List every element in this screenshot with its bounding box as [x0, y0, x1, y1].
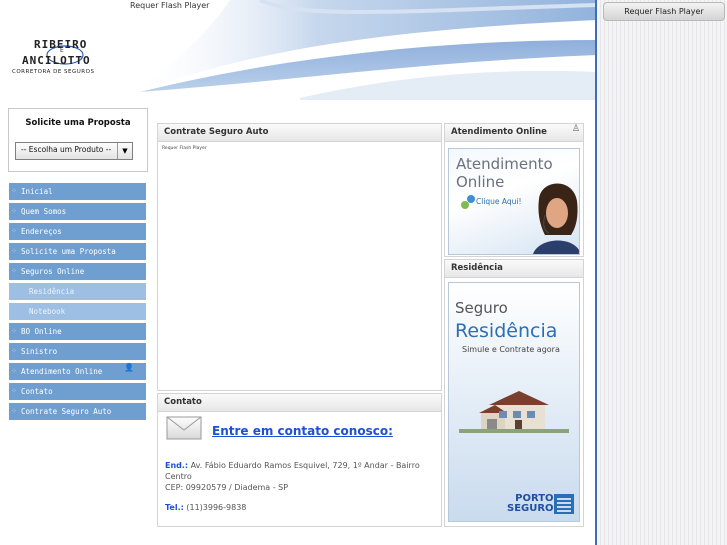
menu-item-label: Atendimento Online: [21, 367, 103, 376]
menu-item-label: Solicite uma Proposta: [21, 247, 116, 256]
house-icon: [459, 391, 569, 433]
address-cep: CEP: 09920579 / Diadema - SP: [165, 483, 289, 492]
menu-bullet-icon: ⁘: [11, 347, 17, 355]
menu-item-label: Residência: [29, 287, 75, 296]
residencia-line3: Simule e Contrate agora: [462, 345, 560, 354]
menu-bullet-icon: ⁘: [11, 367, 17, 375]
clique-aqui-link[interactable]: Clique Aqui!: [476, 197, 522, 206]
envelope-icon: [166, 416, 202, 440]
contact-link[interactable]: Entre em contato conosco:: [212, 424, 393, 438]
panel-contato: Contato Entre em contato conosco: End.: …: [157, 393, 442, 527]
menu-bullet-icon: ⁘: [11, 387, 17, 395]
right-gutter: [597, 0, 727, 545]
menu-item-sinistro[interactable]: ⁘ Sinistro: [9, 343, 146, 360]
proposal-box: Solicite uma Proposta -- Escolha um Prod…: [8, 108, 148, 172]
menu-item-label: Notebook: [29, 307, 66, 316]
panel-atendimento: Atendimento Online ♙ Atendimento Online …: [444, 123, 584, 257]
atendimento-line1: Atendimento: [456, 155, 553, 173]
menu-item-label: BO Online: [21, 327, 62, 336]
menu-item-atendimento[interactable]: ⁘ Atendimento Online 👤: [9, 363, 146, 380]
chevron-down-icon[interactable]: ▼: [117, 143, 132, 159]
residencia-line1: Seguro: [455, 299, 508, 317]
atendimento-line2: Online: [456, 173, 505, 191]
menu-item-label: Endereços: [21, 227, 62, 236]
menu-item-label: Inicial: [21, 187, 53, 196]
user-icon: ♙: [571, 124, 580, 134]
menu-item-label: Quem Somos: [21, 207, 67, 216]
address-label: End.:: [165, 461, 189, 470]
menu-item-contato[interactable]: ⁘ Contato: [9, 383, 146, 400]
menu-bullet-icon: ⁘: [11, 407, 17, 415]
product-select-value: -- Escolha um Produto --: [21, 145, 112, 154]
panel-title: Atendimento Online: [445, 124, 583, 142]
menu-bullet-icon: ⁘: [11, 247, 17, 255]
page: Requer Flash Player RIBEIRO E ANCILOTTO …: [0, 0, 597, 545]
menu-item-seguros-online[interactable]: ⁘ Seguros Online: [9, 263, 146, 280]
menu-item-bo-online[interactable]: ⁘ BO Online: [9, 323, 146, 340]
panel-title: Residência: [445, 260, 583, 278]
panel-seguro-auto: Contrate Seguro Auto Requer Flash Player: [157, 123, 442, 391]
menu-item-inicial[interactable]: ⁘ Inicial: [9, 183, 146, 200]
porto-seguro-mark-icon: [554, 494, 574, 514]
flash-placeholder-text: Requer Flash Player: [162, 146, 207, 151]
menu-item-label: Contato: [21, 387, 53, 396]
menu-bullet-icon: ⁘: [11, 187, 17, 195]
menu-item-label: Contrate Seguro Auto: [21, 407, 112, 416]
menu-item-label: Sinistro: [21, 347, 58, 356]
logo-line-2: ANCILOTTO: [22, 54, 91, 67]
menu-bullet-icon: ⁘: [11, 267, 17, 275]
header-flash-text: Requer Flash Player: [130, 1, 210, 10]
header-banner: Requer Flash Player RIBEIRO E ANCILOTTO …: [0, 0, 597, 100]
menu-item-label: Seguros Online: [21, 267, 85, 276]
logo-tagline: CORRETORA DE SEGUROS: [12, 69, 95, 75]
menu-bullet-icon: ⁘: [11, 207, 17, 215]
logo-amp: E: [60, 47, 64, 54]
brand-line2: SEGURO: [507, 503, 554, 514]
residencia-line2: Residência: [455, 320, 558, 342]
phone: Tel.: (11)3996-9838: [165, 503, 246, 512]
menu-item-quem-somos[interactable]: ⁘ Quem Somos: [9, 203, 146, 220]
product-select[interactable]: -- Escolha um Produto -- ▼: [15, 142, 133, 160]
address: End.: Av. Fábio Eduardo Ramos Esquivel, …: [165, 460, 437, 493]
phone-label: Tel.:: [165, 503, 184, 512]
user-icon: 👤: [124, 363, 134, 372]
sidebar-menu: ⁘ Inicial ⁘ Quem Somos ⁘ Endereços ⁘ Solicit…: [9, 183, 146, 423]
proposal-title: Solicite uma Proposta: [25, 118, 131, 128]
menu-item-seguro-auto[interactable]: ⁘ Contrate Seguro Auto: [9, 403, 146, 420]
menu-subitem-notebook[interactable]: Notebook: [9, 303, 146, 320]
panel-title: Contrate Seguro Auto: [158, 124, 441, 142]
menu-subitem-residencia[interactable]: Residência: [9, 283, 146, 300]
atendimento-banner[interactable]: Atendimento Online Clique Aqui!: [448, 148, 580, 255]
flash-player-button[interactable]: Requer Flash Player: [603, 2, 725, 21]
phone-value: (11)3996-9838: [186, 503, 247, 512]
panel-residencia: Residência Seguro Residência Simule e Co…: [444, 259, 584, 527]
page-divider: [595, 0, 597, 545]
menu-bullet-icon: ⁘: [11, 327, 17, 335]
address-value: Av. Fábio Eduardo Ramos Esquivel, 729, 1…: [165, 461, 420, 481]
logo[interactable]: RIBEIRO E ANCILOTTO CORRETORA DE SEGUROS: [10, 30, 120, 80]
menu-item-enderecos[interactable]: ⁘ Endereços: [9, 223, 146, 240]
porto-seguro-logo: PORTO SEGURO: [507, 494, 554, 514]
menu-bullet-icon: ⁘: [11, 227, 17, 235]
panel-title: Contato: [158, 394, 441, 412]
menu-item-solicite[interactable]: ⁘ Solicite uma Proposta: [9, 243, 146, 260]
residencia-banner[interactable]: Seguro Residência Simule e Contrate agor…: [448, 282, 580, 522]
